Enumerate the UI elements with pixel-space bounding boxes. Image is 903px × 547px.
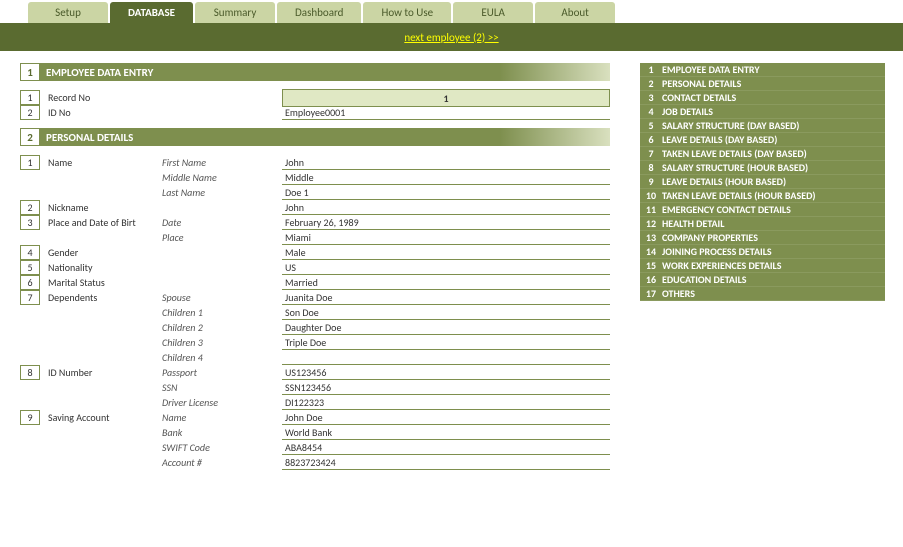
tabs-bar: Setup DATABASE Summary Dashboard How to … <box>0 0 903 23</box>
nav-health[interactable]: 12HEALTH DETAIL <box>640 217 885 231</box>
dl-value[interactable]: DI122323 <box>282 396 610 410</box>
passport-value[interactable]: US123456 <box>282 366 610 380</box>
gender-value[interactable]: Male <box>282 246 610 260</box>
name-label: Name <box>46 156 162 169</box>
gender-label: Gender <box>46 246 162 259</box>
row-num: 7 <box>20 290 40 305</box>
nav-work-experiences[interactable]: 15WORK EXPERIENCES DETAILS <box>640 259 885 273</box>
row-num: 4 <box>20 245 40 260</box>
middle-name-value[interactable]: Middle <box>282 171 610 185</box>
row-num: 5 <box>20 260 40 275</box>
tab-eula[interactable]: EULA <box>453 2 533 23</box>
row-num: 3 <box>20 215 40 230</box>
row-num: 9 <box>20 410 40 425</box>
children4-sublabel: Children 4 <box>162 351 282 364</box>
tab-summary[interactable]: Summary <box>195 2 275 23</box>
idnumber-label: ID Number <box>46 366 162 379</box>
fade-decoration <box>500 128 610 146</box>
tab-dashboard[interactable]: Dashboard <box>277 2 361 23</box>
next-employee-link[interactable]: next employee (2) >> <box>404 31 498 44</box>
tab-about[interactable]: About <box>535 2 615 23</box>
row-num: 6 <box>20 275 40 290</box>
children3-sublabel: Children 3 <box>162 336 282 349</box>
children2-value[interactable]: Daughter Doe <box>282 321 610 335</box>
id-no-label: ID No <box>46 106 162 119</box>
nav-contact-details[interactable]: 3CONTACT DETAILS <box>640 91 885 105</box>
nav-emergency-contact[interactable]: 11EMERGENCY CONTACT DETAILS <box>640 203 885 217</box>
children2-sublabel: Children 2 <box>162 321 282 334</box>
banner: next employee (2) >> <box>0 23 903 51</box>
acctname-sublabel: Name <box>162 411 282 424</box>
children1-sublabel: Children 1 <box>162 306 282 319</box>
row-num: 1 <box>20 155 40 170</box>
tab-setup[interactable]: Setup <box>28 2 108 23</box>
nav-salary-hour[interactable]: 8SALARY STRUCTURE (HOUR BASED) <box>640 161 885 175</box>
birth-label: Place and Date of Birt <box>46 216 162 229</box>
nationality-value[interactable]: US <box>282 261 610 275</box>
bank-value[interactable]: World Bank <box>282 426 610 440</box>
nickname-value[interactable]: John <box>282 201 610 215</box>
section-title: PERSONAL DETAILS <box>46 131 133 144</box>
spouse-value[interactable]: Juanita Doe <box>282 291 610 305</box>
right-nav-panel: 1EMPLOYEE DATA ENTRY 2PERSONAL DETAILS 3… <box>640 63 885 470</box>
bank-sublabel: Bank <box>162 426 282 439</box>
nav-company-properties[interactable]: 13COMPANY PROPERTIES <box>640 231 885 245</box>
nav-leave-day[interactable]: 6LEAVE DETAILS (DAY BASED) <box>640 133 885 147</box>
place-sublabel: Place <box>162 231 282 244</box>
swift-value[interactable]: ABA8454 <box>282 441 610 455</box>
section-title: EMPLOYEE DATA ENTRY <box>46 66 153 79</box>
spouse-sublabel: Spouse <box>162 291 282 304</box>
nav-job-details[interactable]: 4JOB DETAILS <box>640 105 885 119</box>
section-employee-data-entry: 1 EMPLOYEE DATA ENTRY <box>20 63 610 81</box>
nav-personal-details[interactable]: 2PERSONAL DETAILS <box>640 77 885 91</box>
account-sublabel: Account # <box>162 456 282 469</box>
nav-leave-hour[interactable]: 9LEAVE DETAILS (HOUR BASED) <box>640 175 885 189</box>
section-personal-details: 2 PERSONAL DETAILS <box>20 128 610 146</box>
nav-taken-leave-day[interactable]: 7TAKEN LEAVE DETAILS (DAY BASED) <box>640 147 885 161</box>
nav-others[interactable]: 17OTHERS <box>640 287 885 301</box>
section-num: 1 <box>20 63 40 81</box>
account-value[interactable]: 8823723424 <box>282 456 610 470</box>
last-name-sublabel: Last Name <box>162 186 282 199</box>
row-num: 1 <box>20 90 40 105</box>
marital-value[interactable]: Married <box>282 276 610 290</box>
row-num: 2 <box>20 200 40 215</box>
savingacct-label: Saving Account <box>46 411 162 424</box>
nav-joining-process[interactable]: 14JOINING PROCESS DETAILS <box>640 245 885 259</box>
date-sublabel: Date <box>162 216 282 229</box>
middle-name-sublabel: Middle Name <box>162 171 282 184</box>
first-name-value[interactable]: John <box>282 156 610 170</box>
left-panel: 1 EMPLOYEE DATA ENTRY 1 Record No 1 2 ID… <box>20 63 610 470</box>
dl-sublabel: Driver License <box>162 396 282 409</box>
ssn-sublabel: SSN <box>162 381 282 394</box>
ssn-value[interactable]: SSN123456 <box>282 381 610 395</box>
first-name-sublabel: First Name <box>162 156 282 169</box>
date-value[interactable]: February 26, 1989 <box>282 216 610 230</box>
nav-taken-leave-hour[interactable]: 10TAKEN LEAVE DETAILS (HOUR BASED) <box>640 189 885 203</box>
tab-howto[interactable]: How to Use <box>363 2 451 23</box>
id-no-value[interactable]: Employee0001 <box>282 106 610 120</box>
section-num: 2 <box>20 128 40 146</box>
nav-education[interactable]: 16EDUCATION DETAILS <box>640 273 885 287</box>
children1-value[interactable]: Son Doe <box>282 306 610 320</box>
fade-decoration <box>500 63 610 81</box>
children4-value[interactable] <box>282 351 610 365</box>
nickname-label: Nickname <box>46 201 162 214</box>
dependents-label: Dependents <box>46 291 162 304</box>
swift-sublabel: SWIFT Code <box>162 441 282 454</box>
record-no-label: Record No <box>46 91 162 104</box>
marital-label: Marital Status <box>46 276 162 289</box>
last-name-value[interactable]: Doe 1 <box>282 186 610 200</box>
nationality-label: Nationality <box>46 261 162 274</box>
record-no-value[interactable]: 1 <box>282 89 610 107</box>
nav-employee-data-entry[interactable]: 1EMPLOYEE DATA ENTRY <box>640 63 885 77</box>
place-value[interactable]: Miami <box>282 231 610 245</box>
children3-value[interactable]: Triple Doe <box>282 336 610 350</box>
acctname-value[interactable]: John Doe <box>282 411 610 425</box>
nav-salary-day[interactable]: 5SALARY STRUCTURE (DAY BASED) <box>640 119 885 133</box>
tab-database[interactable]: DATABASE <box>110 2 193 23</box>
row-num: 8 <box>20 365 40 380</box>
row-num: 2 <box>20 105 40 120</box>
passport-sublabel: Passport <box>162 366 282 379</box>
